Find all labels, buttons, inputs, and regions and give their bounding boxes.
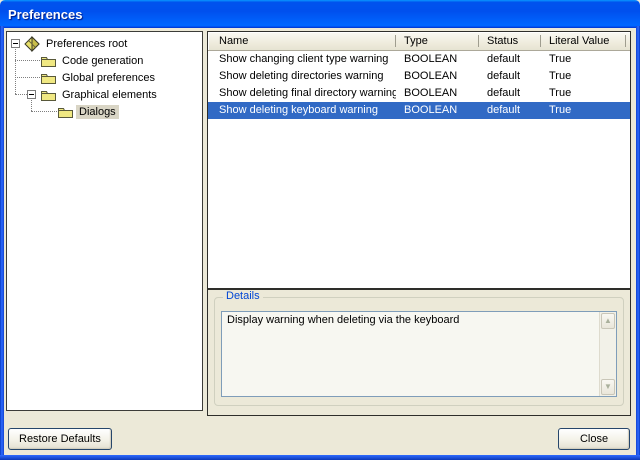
details-groupbox-label: Details [223, 290, 263, 302]
window-border-bottom [0, 455, 640, 460]
tree-connector [15, 77, 40, 78]
tree-collapse-icon[interactable] [11, 39, 20, 48]
tree-item-label[interactable]: Code generation [59, 54, 146, 68]
table-row[interactable]: Show deleting keyboard warning BOOLEAN d… [208, 102, 630, 119]
column-header[interactable]: Type [396, 32, 479, 50]
table-body: Show changing client type warning BOOLEA… [208, 51, 630, 119]
cell-status: default [479, 68, 541, 85]
cell-literal-value: True [541, 102, 626, 119]
tree-collapse-icon[interactable] [27, 90, 36, 99]
details-groupbox: Details Display warning when deleting vi… [214, 297, 624, 406]
cell-status: default [479, 51, 541, 68]
cell-type: BOOLEAN [396, 85, 479, 102]
details-textbox[interactable]: Display warning when deleting via the ke… [221, 311, 617, 397]
tree-connector [15, 94, 27, 95]
preferences-dialog: Preferences Preferences root Code genera… [0, 0, 640, 460]
details-scrollbar[interactable]: ▲ ▼ [599, 312, 616, 396]
properties-table: NameTypeStatusLiteral Value Show changin… [208, 32, 630, 290]
window-title: Preferences [0, 7, 82, 22]
scroll-down-button[interactable]: ▼ [601, 379, 615, 395]
preferences-tree-panel: Preferences root Code generation Global … [6, 31, 203, 411]
tree-item[interactable]: Preferences root [11, 35, 202, 52]
details-text: Display warning when deleting via the ke… [222, 312, 598, 328]
tree-item[interactable]: Code generation [15, 52, 202, 69]
tree-item[interactable]: Graphical elements [15, 86, 202, 103]
tree-item[interactable]: Global preferences [15, 69, 202, 86]
table-header-row: NameTypeStatusLiteral Value [208, 32, 630, 51]
properties-panel: NameTypeStatusLiteral Value Show changin… [207, 31, 631, 416]
tree-item-label[interactable]: Global preferences [59, 71, 158, 85]
restore-defaults-button[interactable]: Restore Defaults [8, 428, 112, 450]
folder-icon [40, 87, 56, 103]
tree-connector [31, 111, 57, 112]
scroll-up-icon: ▲ [604, 317, 612, 325]
folder-icon [40, 70, 56, 86]
folder-icon [40, 53, 56, 69]
tree-item-label[interactable]: Graphical elements [59, 88, 160, 102]
column-header[interactable]: Literal Value [541, 32, 626, 50]
cell-literal-value: True [541, 68, 626, 85]
cell-literal-value: True [541, 85, 626, 102]
cell-name: Show deleting final directory warning [208, 85, 396, 102]
diamond-icon [24, 36, 40, 52]
window-border-right [636, 26, 640, 460]
scroll-down-icon: ▼ [604, 383, 612, 391]
tree-connector [15, 60, 40, 61]
table-row[interactable]: Show deleting final directory warning BO… [208, 85, 630, 102]
cell-literal-value: True [541, 51, 626, 68]
cell-type: BOOLEAN [396, 102, 479, 119]
column-header[interactable]: Name [208, 32, 396, 50]
cell-status: default [479, 102, 541, 119]
folder-icon [57, 104, 73, 120]
tree-item[interactable]: Dialogs [31, 103, 202, 120]
table-row[interactable]: Show changing client type warning BOOLEA… [208, 51, 630, 68]
scroll-up-button[interactable]: ▲ [601, 313, 615, 329]
cell-type: BOOLEAN [396, 51, 479, 68]
cell-name: Show changing client type warning [208, 51, 396, 68]
tree-item-label[interactable]: Dialogs [76, 105, 119, 119]
cell-name: Show deleting directories warning [208, 68, 396, 85]
cell-type: BOOLEAN [396, 68, 479, 85]
header-filler [626, 32, 631, 50]
title-bar[interactable]: Preferences [0, 0, 640, 28]
tree-item-label[interactable]: Preferences root [43, 37, 130, 51]
tree-items: Preferences root Code generation Global … [7, 35, 202, 120]
cell-status: default [479, 85, 541, 102]
scrollbar-track[interactable] [600, 330, 616, 378]
close-button[interactable]: Close [558, 428, 630, 450]
column-header[interactable]: Status [479, 32, 541, 50]
table-row[interactable]: Show deleting directories warning BOOLEA… [208, 68, 630, 85]
cell-name: Show deleting keyboard warning [208, 102, 396, 119]
window-border-left [0, 26, 4, 460]
